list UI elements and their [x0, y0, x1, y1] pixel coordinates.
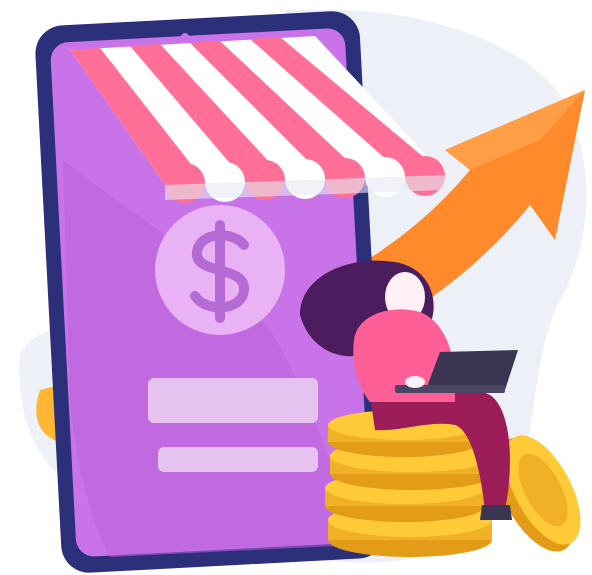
illustration-scene: [0, 0, 592, 575]
tablet-camera: [181, 33, 189, 41]
screen-bar-small: [158, 447, 318, 472]
illustration-svg: [19, 9, 587, 573]
screen-bar-large: [148, 378, 318, 423]
